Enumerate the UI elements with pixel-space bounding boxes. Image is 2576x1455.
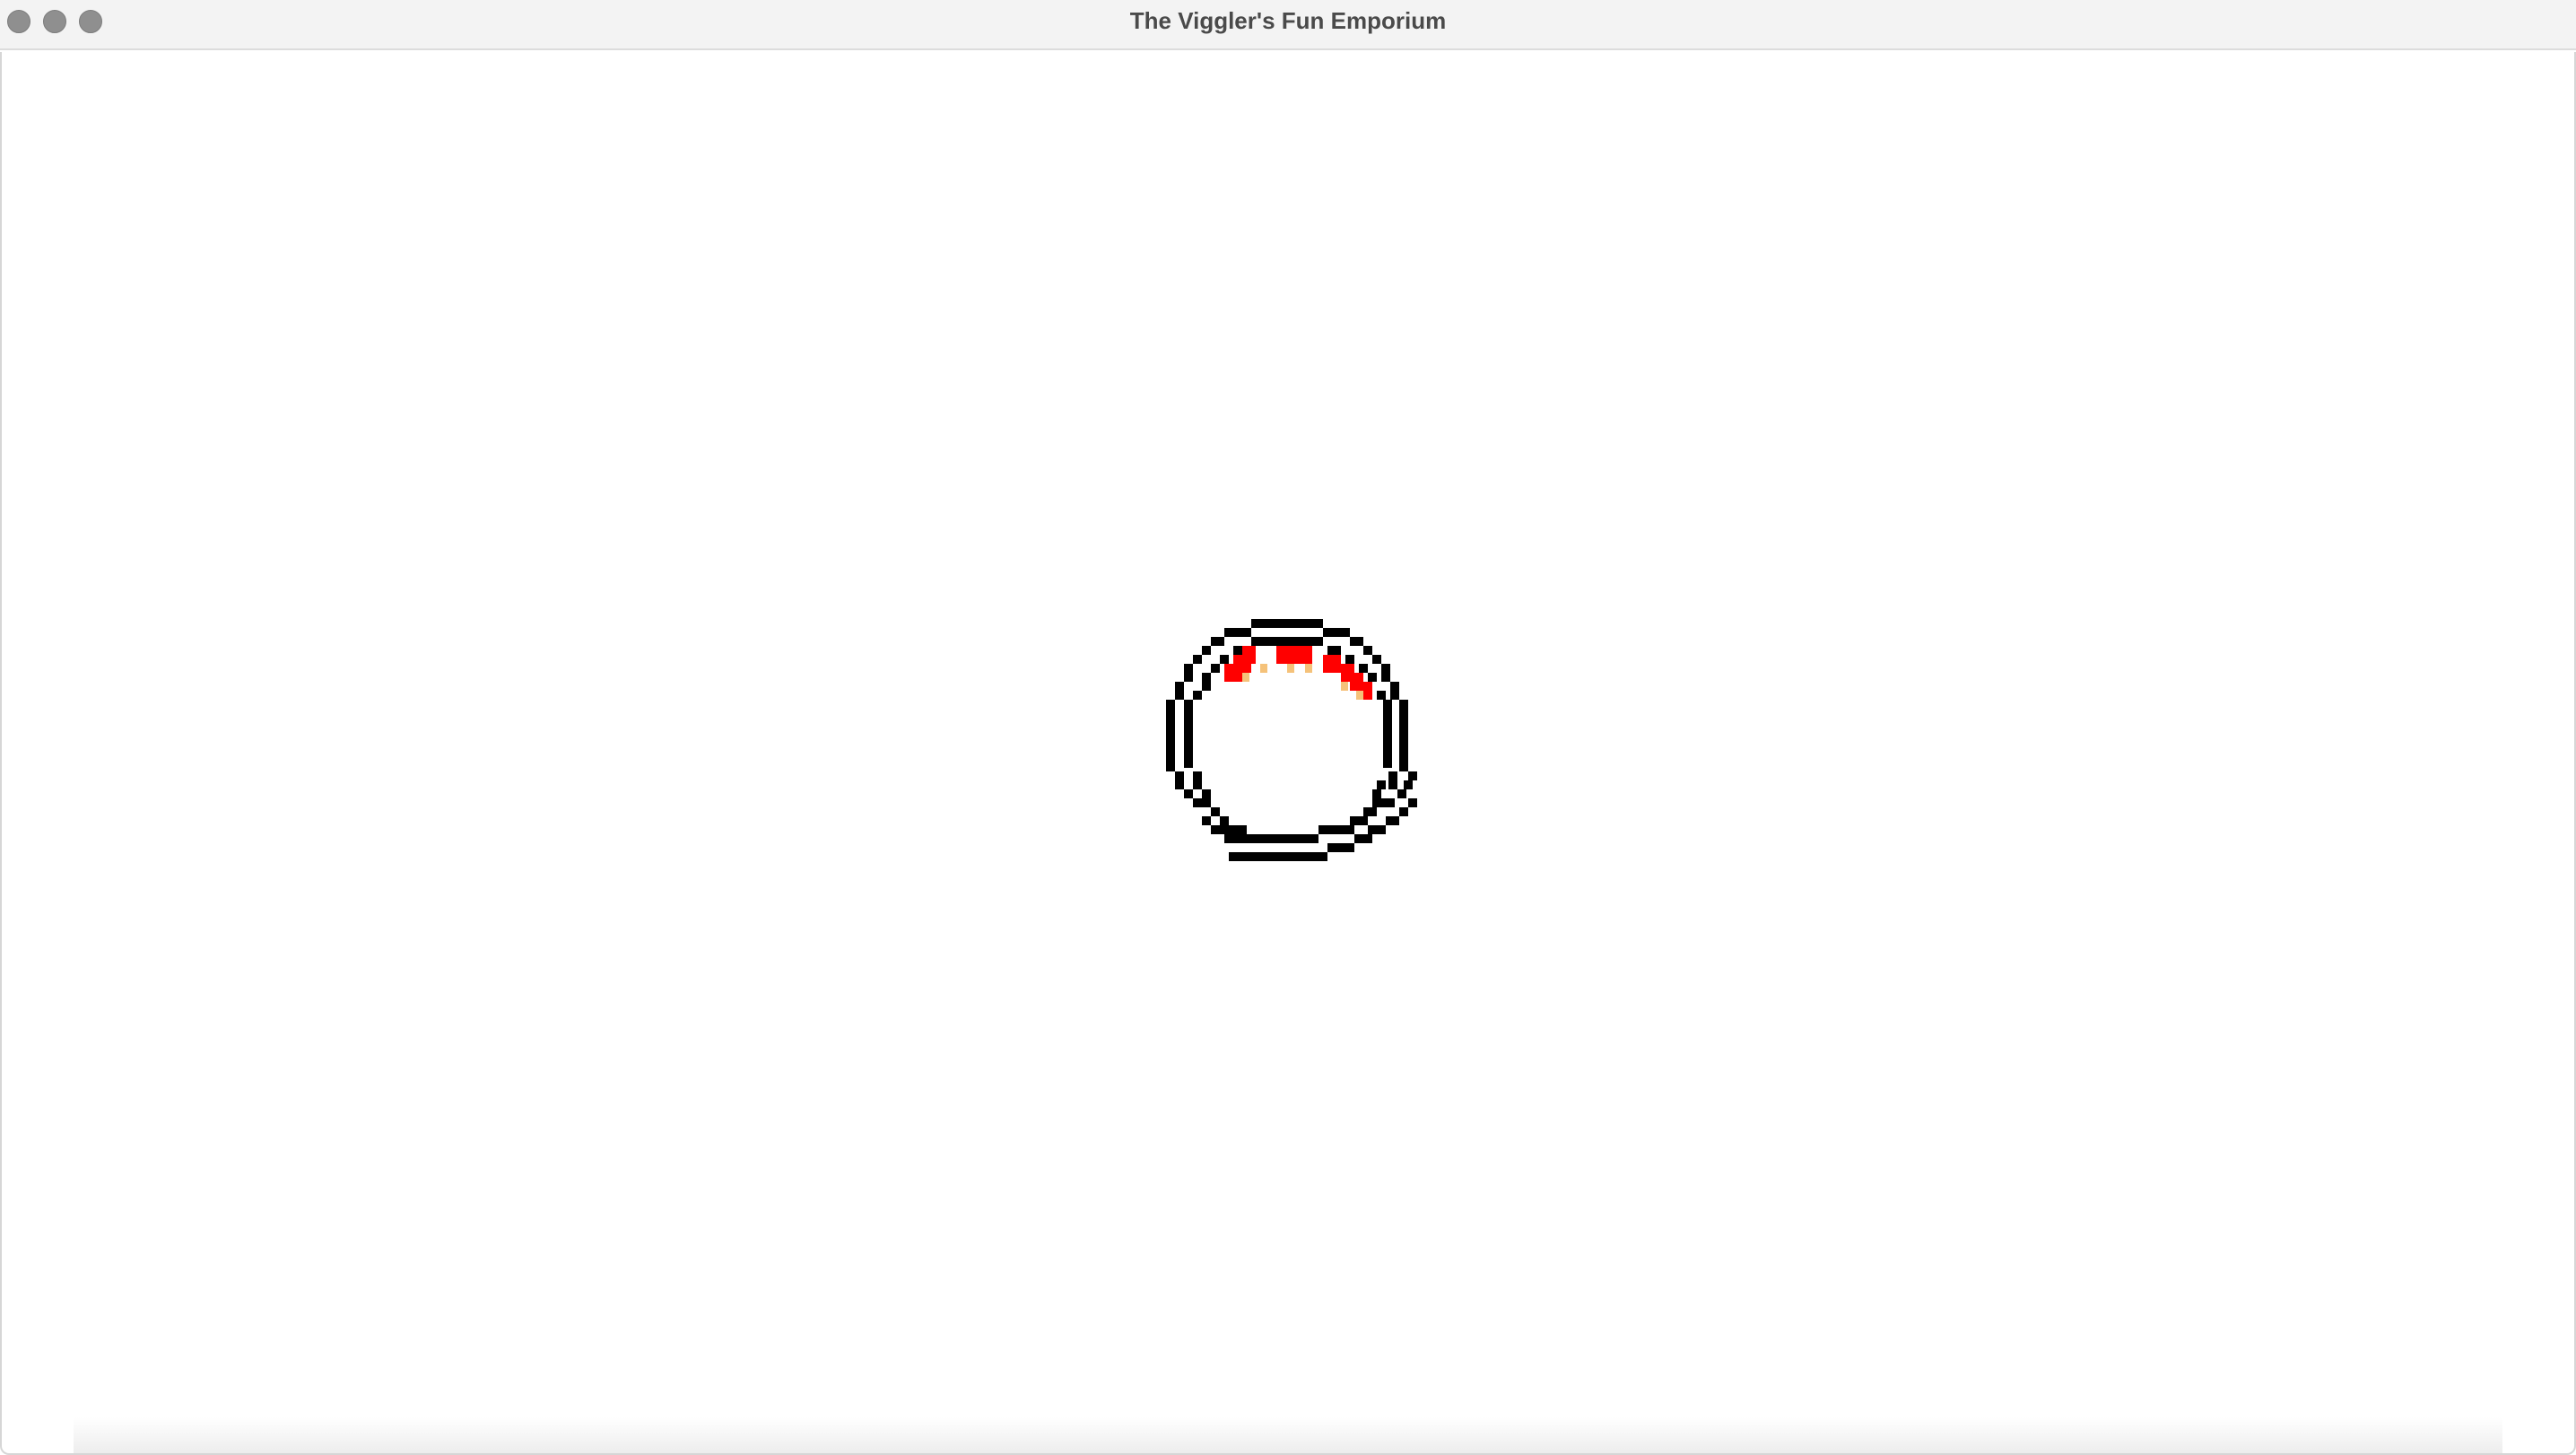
app-window: The Viggler's Fun Emporium bbox=[0, 0, 2576, 1455]
title-bar[interactable]: The Viggler's Fun Emporium bbox=[0, 0, 2576, 50]
pixel-ring-sprite-icon bbox=[1166, 619, 1417, 861]
window-title: The Viggler's Fun Emporium bbox=[1129, 7, 1447, 34]
window-bottom-shadow bbox=[74, 1417, 2502, 1453]
